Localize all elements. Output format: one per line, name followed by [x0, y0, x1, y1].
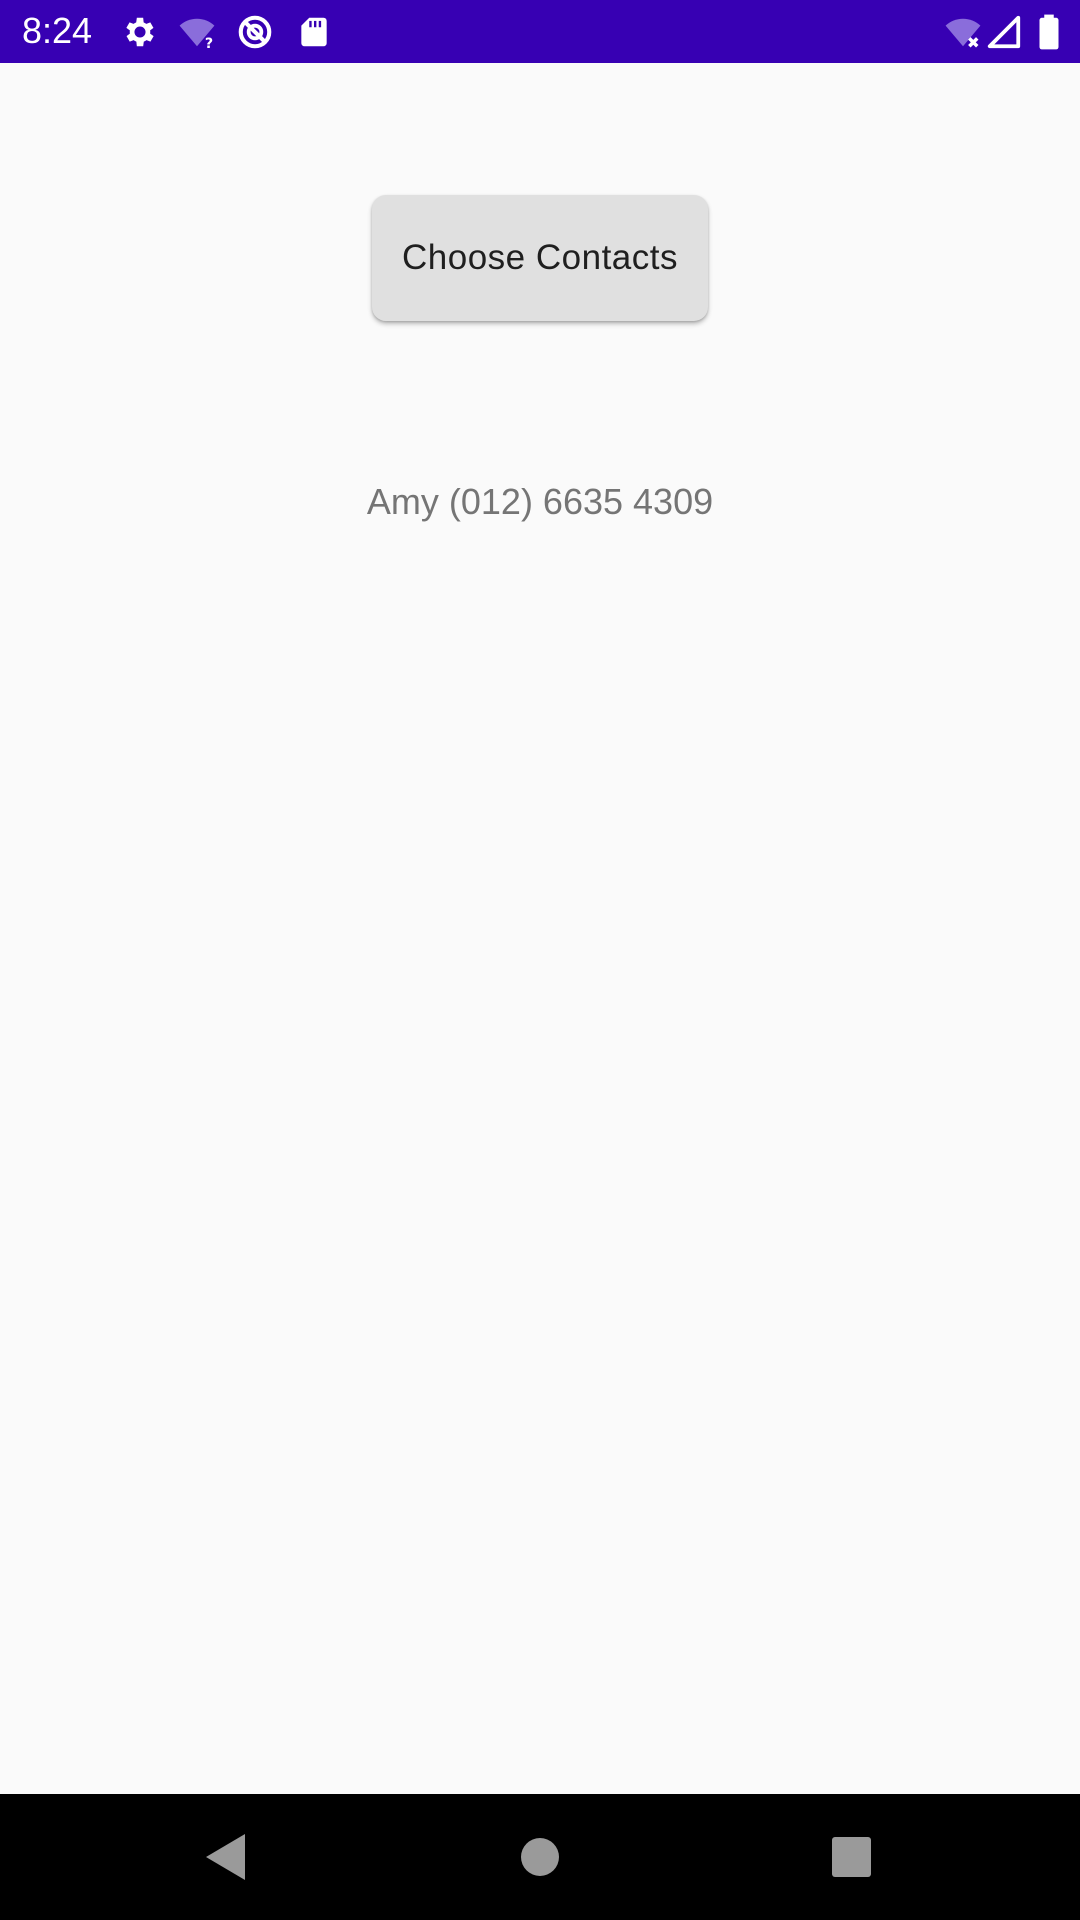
wifi-question-icon: ? — [178, 13, 216, 51]
back-icon[interactable] — [185, 1817, 265, 1897]
sd-card-icon — [295, 13, 333, 51]
battery-icon — [1030, 13, 1068, 51]
choose-contacts-button[interactable]: Choose Contacts — [372, 195, 708, 321]
status-bar: 8:24 ? — [0, 0, 1080, 63]
home-icon[interactable] — [500, 1817, 580, 1897]
svg-text:?: ? — [205, 36, 213, 51]
cell-signal-icon — [985, 13, 1023, 51]
status-time: 8:24 — [22, 10, 93, 51]
wifi-x-icon — [944, 13, 982, 51]
recents-icon[interactable] — [811, 1817, 891, 1897]
circle-slash-icon — [236, 13, 274, 51]
selected-contact-text: Amy (012) 6635 4309 — [366, 481, 714, 522]
navigation-bar — [0, 1794, 1080, 1920]
app-content: Choose Contacts Amy (012) 6635 4309 — [0, 63, 1080, 1794]
gear-icon — [121, 13, 159, 51]
